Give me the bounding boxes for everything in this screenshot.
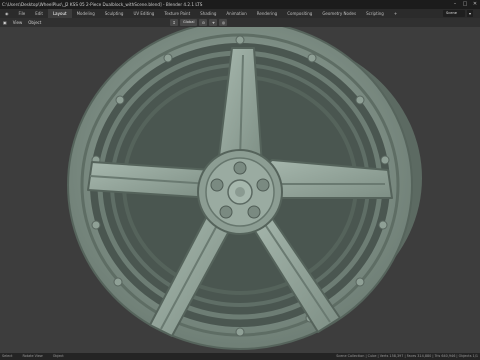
tab-layout[interactable]: Layout	[47, 9, 72, 18]
scene-statistics: Scene Collection | Cube | Verts 158,397 …	[336, 354, 478, 358]
menu-edit[interactable]: Edit	[30, 9, 48, 18]
scene-selector[interactable]: Scene	[443, 10, 465, 17]
menu-view[interactable]: View	[10, 20, 26, 25]
tab-texture-paint[interactable]: Texture Paint	[159, 9, 195, 18]
tab-modeling[interactable]: Modeling	[72, 9, 100, 18]
tab-compositing[interactable]: Compositing	[282, 9, 317, 18]
status-select: Select	[2, 354, 13, 358]
close-button[interactable]: ✕	[470, 0, 480, 9]
snap-icon[interactable]: ⌖	[209, 19, 218, 26]
status-bar: Select Rotate View Object Scene Collecti…	[0, 353, 480, 360]
wheel-render	[67, 27, 422, 350]
transform-tools: ↕ Global ⊙ ⌖ ◎	[170, 19, 228, 26]
3d-viewport[interactable]	[0, 27, 480, 353]
proportional-edit-icon[interactable]: ◎	[219, 19, 228, 26]
minimize-button[interactable]: –	[450, 0, 460, 9]
tab-animation[interactable]: Animation	[221, 9, 251, 18]
tab-scripting[interactable]: Scripting	[361, 9, 389, 18]
menu-object[interactable]: Object	[25, 20, 44, 25]
tab-uv-editing[interactable]: UV Editing	[128, 9, 159, 18]
blender-logo-icon[interactable]: ◉	[0, 9, 14, 18]
transform-orientation-icon[interactable]: ↕	[170, 19, 178, 26]
window-title: C:\Users\Desktop\WheelPlus\_J2 KSS 05 2-…	[2, 2, 203, 7]
maximize-button[interactable]: □	[460, 0, 470, 9]
add-workspace-button[interactable]: +	[389, 9, 402, 18]
workspace-bar: ◉ File Edit Layout Modeling Sculpting UV…	[0, 9, 480, 18]
tab-shading[interactable]: Shading	[195, 9, 221, 18]
pivot-point-icon[interactable]: ⊙	[199, 19, 208, 26]
status-rotate: Rotate View	[22, 354, 43, 358]
orientation-dropdown[interactable]: Global	[180, 19, 198, 26]
viewport-header: ▣ View Object	[0, 18, 480, 27]
editor-type-icon[interactable]: ▣	[0, 20, 10, 25]
scene-browse-icon[interactable]: ▾	[467, 10, 473, 17]
window-controls: – □ ✕	[450, 0, 480, 9]
status-object: Object	[52, 354, 64, 358]
tab-rendering[interactable]: Rendering	[252, 9, 282, 18]
menu-file[interactable]: File	[14, 9, 31, 18]
tab-sculpting[interactable]: Sculpting	[100, 9, 129, 18]
center-cap-core	[235, 187, 245, 197]
window-titlebar: C:\Users\Desktop\WheelPlus\_J2 KSS 05 2-…	[0, 0, 480, 9]
tab-geometry-nodes[interactable]: Geometry Nodes	[317, 9, 361, 18]
